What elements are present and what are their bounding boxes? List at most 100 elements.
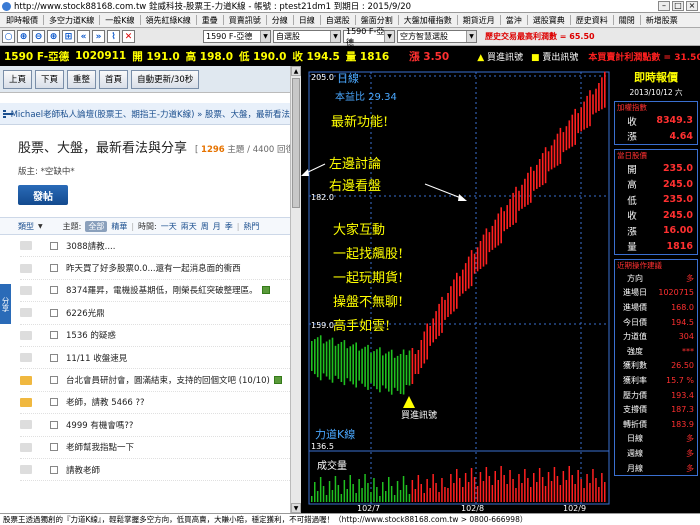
dropdown-icon[interactable]: ▼	[38, 223, 43, 230]
scroll-up-icon[interactable]: ▲	[291, 66, 301, 76]
rewind-icon[interactable]: «	[77, 30, 90, 43]
nav-button-4[interactable]: 自動更新/30秒	[131, 69, 200, 89]
close-icon[interactable]: ×	[686, 1, 698, 11]
thread-row[interactable]: 老師，請教 5466 ??	[20, 392, 290, 415]
thread-title[interactable]: 3088請教....	[66, 240, 115, 252]
candle	[527, 172, 529, 205]
thread-title[interactable]: 8374羅昇，電機設基期低，剛榮長紅突破整理區。	[66, 284, 258, 296]
new-post-button[interactable]: 發帖	[18, 185, 68, 205]
menu-item-5[interactable]: 買賣訊號	[225, 15, 265, 26]
menu-item-9[interactable]: 盤面分割	[357, 15, 397, 26]
menu-item-13[interactable]: 選股寶典	[529, 15, 569, 26]
menu-item-16[interactable]: 新增股票	[642, 15, 682, 26]
filter-category[interactable]: 類型	[18, 221, 34, 232]
filter-week[interactable]: 周	[201, 221, 209, 232]
grid-icon[interactable]: ⊞	[62, 30, 75, 43]
forward-icon[interactable]: »	[92, 30, 105, 43]
volume-bar	[414, 489, 417, 502]
folder-icon	[20, 375, 32, 385]
chart-icon[interactable]: ⌇	[107, 30, 120, 43]
thread-checkbox[interactable]	[50, 443, 58, 452]
thread-checkbox[interactable]	[50, 241, 58, 250]
stock-select-2[interactable]: 1590 F-亞德 ▼	[343, 27, 395, 47]
strategy-select[interactable]: 空方智慧選股 ▼	[397, 30, 477, 43]
thread-checkbox[interactable]	[50, 398, 58, 407]
cancel-icon[interactable]: ✕	[122, 30, 135, 43]
thread-title[interactable]: 台北會員研討會，圓滿結束，支持的回個文吧 (10/10)	[66, 374, 270, 386]
row-value: 193.4	[671, 390, 694, 400]
thread-row[interactable]: 1536 的疑惑	[20, 325, 290, 347]
thread-row[interactable]: 昨天買了好多股票0.0...還有一起消息面的衝西	[20, 257, 290, 280]
price-chart[interactable]: 205.0 182.0 159.0 136.5 日線 本益比 29.34 最新功…	[301, 66, 612, 513]
thread-title[interactable]: 11/11 收盤速見	[66, 352, 127, 364]
crosshair-icon[interactable]: ⊕	[17, 30, 30, 43]
stock-select[interactable]: 1590 F-亞德 ▼	[203, 30, 271, 43]
thread-checkbox[interactable]	[50, 331, 58, 340]
thread-row[interactable]: 台北會員研討會，圓滿結束，支持的回個文吧 (10/10)	[20, 369, 290, 392]
thread-title[interactable]: 老師幫我指點一下	[66, 441, 134, 453]
thread-checkbox[interactable]	[50, 353, 58, 362]
breadcrumb[interactable]: Michael老師私人論壇(股票王、期指王-力道K線) » 股票、大盤，最新看法	[0, 103, 290, 125]
thread-checkbox[interactable]	[50, 420, 58, 429]
menu-item-14[interactable]: 歷史資料	[572, 15, 612, 26]
thread-checkbox[interactable]	[50, 465, 58, 474]
thread-row[interactable]: 8374羅昇，電機設基期低，剛榮長紅突破整理區。	[20, 280, 290, 303]
scroll-down-icon[interactable]: ▼	[291, 503, 301, 513]
zoom-out-icon[interactable]: ○	[2, 30, 15, 43]
thread-checkbox[interactable]	[50, 376, 58, 385]
scroll-thumb[interactable]	[292, 78, 300, 208]
filter-month[interactable]: 月	[213, 221, 221, 232]
filter-day[interactable]: 一天	[161, 221, 177, 232]
thread-title[interactable]: 老師，請教 5466 ??	[66, 396, 145, 408]
candle	[459, 276, 461, 297]
filter-hot[interactable]: 熱門	[243, 221, 259, 232]
filter-two-days[interactable]: 兩天	[181, 221, 197, 232]
nav-button-2[interactable]: 重整	[67, 69, 97, 89]
filter-season[interactable]: 季	[225, 221, 233, 232]
thread-title[interactable]: 6226光鼎	[66, 307, 105, 319]
menu-item-7[interactable]: 日線	[295, 15, 319, 26]
thread-title[interactable]: 4999 有機會嗎??	[66, 419, 133, 431]
thread-row[interactable]: 老師幫我指點一下	[20, 437, 290, 459]
buy-signal-label: 買進訊號	[401, 409, 437, 421]
thread-title[interactable]: 請教老師	[66, 464, 100, 476]
menu-item-11[interactable]: 期貨近月	[459, 15, 499, 26]
menu-item-8[interactable]: 自選股	[322, 15, 354, 26]
nav-button-1[interactable]: 下頁	[35, 69, 65, 89]
thread-row[interactable]: 6226光鼎	[20, 302, 290, 325]
menu-item-10[interactable]: 大盤加權指數	[400, 15, 456, 26]
minus-icon[interactable]: ⊖	[32, 30, 45, 43]
thread-row[interactable]: 3088請教....	[20, 235, 290, 258]
forum-scrollbar[interactable]: ▲ ▼	[290, 66, 301, 513]
plus-icon[interactable]: ⊕	[47, 30, 60, 43]
filter-all[interactable]: 全部	[85, 220, 108, 232]
menu-item-4[interactable]: 重疊	[198, 15, 222, 26]
share-side-tab[interactable]: 分享	[0, 284, 11, 324]
menu-item-15[interactable]: 關閉	[615, 15, 639, 26]
watchlist-select[interactable]: 自選股 ▼	[273, 30, 341, 43]
thread-checkbox[interactable]	[50, 286, 58, 295]
menu-item-6[interactable]: 分線	[268, 15, 292, 26]
thread-row[interactable]: 4999 有機會嗎??	[20, 414, 290, 437]
menu-item-1[interactable]: 多空力道K線	[45, 15, 98, 26]
candle	[530, 166, 532, 203]
filter-best[interactable]: 精華	[111, 221, 127, 232]
menu-icon[interactable]	[3, 109, 12, 118]
nav-button-0[interactable]: 上頁	[3, 69, 33, 89]
maximize-icon[interactable]: □	[672, 1, 684, 11]
candle	[512, 192, 514, 225]
thread-checkbox[interactable]	[50, 264, 58, 273]
menu-item-0[interactable]: 即時報價	[2, 15, 42, 26]
thread-title[interactable]: 1536 的疑惑	[66, 329, 116, 341]
thread-checkbox[interactable]	[50, 308, 58, 317]
thread-row[interactable]: 請教老師	[20, 459, 290, 482]
menu-item-12[interactable]: 當沖	[502, 15, 526, 26]
thread-title[interactable]: 昨天買了好多股票0.0...還有一起消息面的衝西	[66, 262, 241, 274]
nav-button-3[interactable]: 首頁	[99, 69, 129, 89]
minimize-icon[interactable]: –	[658, 1, 670, 11]
ratio-label: 本益比 29.34	[335, 90, 397, 103]
menu-item-2[interactable]: 一般K線	[101, 15, 138, 26]
candle	[343, 340, 346, 386]
thread-row[interactable]: 11/11 收盤速見	[20, 347, 290, 370]
menu-item-3[interactable]: 領先紅綠K線	[142, 15, 195, 26]
